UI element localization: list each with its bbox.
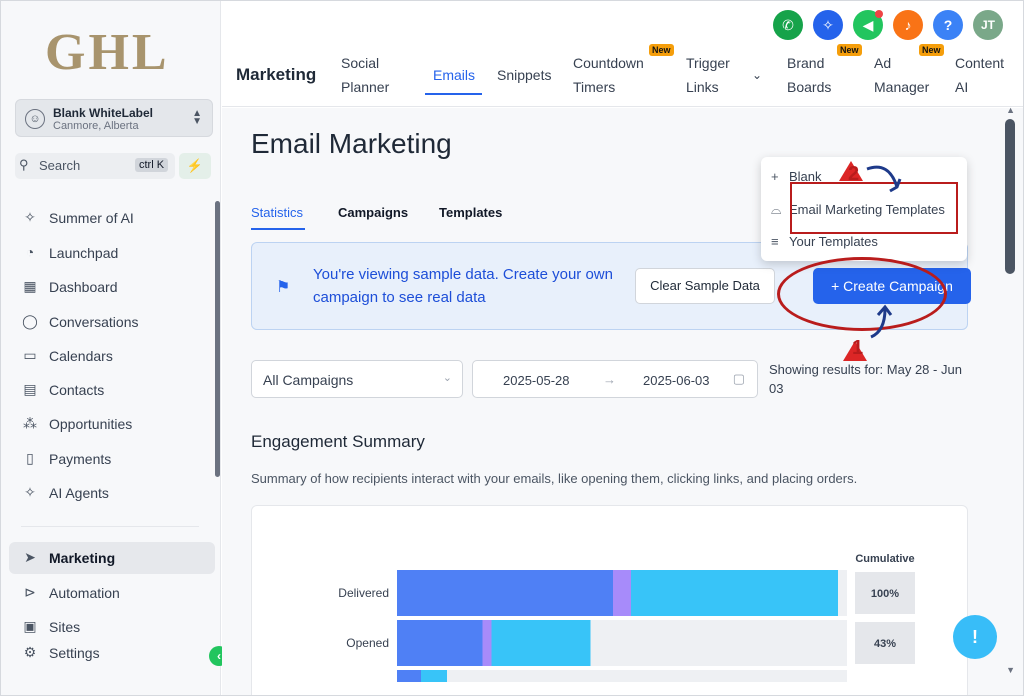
app-window: GHL ☺ Blank WhiteLabel Canmore, Alberta … xyxy=(0,0,1024,696)
annotation-arrows xyxy=(866,165,902,339)
arrow-to-templates xyxy=(866,165,899,188)
